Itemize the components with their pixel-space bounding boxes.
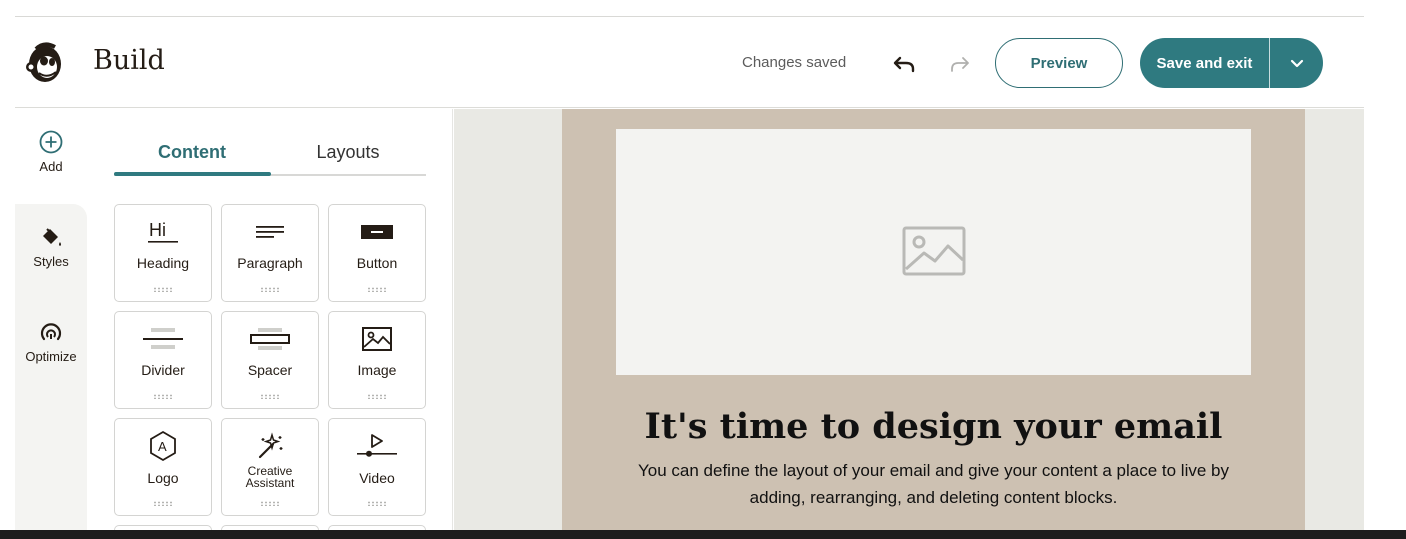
content-block-paragraph[interactable]: Paragraph [221, 204, 319, 302]
block-label: Divider [141, 362, 185, 378]
block-label: Heading [136, 255, 190, 271]
email-headline[interactable]: It's time to design your email [562, 406, 1305, 447]
save-button-group: Save and exit [1140, 38, 1323, 88]
block-label: Button [356, 255, 398, 271]
content-panel: Content Layouts Hi Heading Paragraph But… [87, 109, 453, 539]
undo-icon[interactable] [892, 50, 918, 76]
tab-content[interactable]: Content [114, 134, 270, 176]
content-block-creative-assistant[interactable]: Creative Assistant [221, 418, 319, 516]
drag-handle-icon [260, 287, 280, 292]
block-label-line: Assistant [245, 476, 295, 490]
gauge-icon [40, 323, 62, 341]
logo-icon: A [115, 430, 211, 462]
redo-icon[interactable] [946, 50, 972, 76]
spacer-icon [222, 324, 318, 354]
image-icon [329, 324, 425, 354]
magic-wand-icon [222, 431, 318, 461]
content-block-image[interactable]: Image [328, 311, 426, 409]
content-block-button[interactable]: Button [328, 204, 426, 302]
video-icon [329, 431, 425, 461]
mailchimp-logo-icon[interactable] [22, 39, 68, 85]
block-label: Image [357, 362, 397, 378]
drag-handle-icon [260, 501, 280, 506]
rail-item-optimize[interactable]: Optimize [15, 320, 87, 364]
panel-tabs: Content Layouts [114, 134, 426, 176]
content-block-logo[interactable]: A Logo [114, 418, 212, 516]
rail-item-label: Optimize [25, 349, 77, 364]
block-label: Logo [147, 470, 179, 486]
content-block-video[interactable]: Video [328, 418, 426, 516]
block-label: Creative Assistant [222, 465, 318, 489]
chevron-down-icon [1290, 59, 1303, 68]
save-status: Changes saved [742, 54, 847, 71]
heading-icon: Hi [115, 217, 211, 247]
drag-handle-icon [153, 501, 173, 506]
content-block-spacer[interactable]: Spacer [221, 311, 319, 409]
heading-icon-text: Hi [149, 220, 166, 240]
page-title: Build [93, 45, 165, 76]
rail-item-styles[interactable]: Styles [15, 225, 87, 269]
block-label: Video [359, 470, 395, 486]
rail-item-add[interactable]: Add [15, 130, 87, 174]
logo-icon-text: A [158, 439, 167, 454]
preview-button[interactable]: Preview [995, 38, 1123, 88]
drag-handle-icon [153, 394, 173, 399]
rail-item-label: Add [39, 159, 63, 174]
save-and-exit-button[interactable]: Save and exit [1140, 38, 1269, 88]
image-placeholder-icon [902, 226, 966, 276]
content-block-heading[interactable]: Hi Heading [114, 204, 212, 302]
paint-bucket-icon [43, 228, 61, 246]
content-block-divider[interactable]: Divider [114, 311, 212, 409]
email-paragraph[interactable]: You can define the layout of your email … [610, 457, 1257, 511]
bottom-bar [0, 530, 1406, 539]
app-header: Build Changes saved Preview Save and exi… [15, 17, 1364, 108]
block-label: Spacer [247, 362, 293, 378]
drag-handle-icon [367, 287, 387, 292]
tab-layouts[interactable]: Layouts [270, 134, 426, 176]
image-placeholder[interactable] [616, 129, 1251, 375]
drag-handle-icon [367, 394, 387, 399]
paragraph-icon [222, 217, 318, 247]
active-tab-indicator [114, 172, 271, 176]
drag-handle-icon [153, 287, 173, 292]
drag-handle-icon [367, 501, 387, 506]
block-label: Paragraph [237, 255, 303, 271]
save-options-dropdown[interactable] [1270, 38, 1323, 88]
rail-item-label: Styles [33, 254, 69, 269]
button-icon [329, 217, 425, 247]
divider-icon [115, 324, 211, 354]
add-circle-icon [39, 130, 63, 154]
drag-handle-icon [260, 394, 280, 399]
